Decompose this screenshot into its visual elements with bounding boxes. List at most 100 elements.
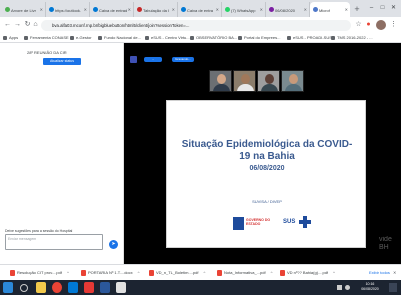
tab-label: (7) WhatsApp xyxy=(231,8,256,13)
bookmark-apps[interactable]: Apps xyxy=(3,35,18,40)
close-icon[interactable]: ✕ xyxy=(84,7,87,12)
notifications-icon[interactable] xyxy=(389,283,397,292)
download-label: Resolução CIT prov....pdf xyxy=(17,270,62,275)
download-label: Nota_Informativa_...pdf xyxy=(224,270,266,275)
bookmark-item[interactable]: OBSERVATÓRIO BA... xyxy=(190,35,237,40)
app-icon[interactable] xyxy=(116,282,126,293)
extension-icon[interactable]: ● xyxy=(364,20,373,30)
participant-video[interactable] xyxy=(233,70,256,92)
tab-7[interactable]: 06/08/2020 ✕ xyxy=(266,2,310,17)
chevron-up-icon[interactable]: ^ xyxy=(138,270,140,275)
avatar[interactable] xyxy=(376,20,386,30)
tab-2[interactable]: https://outlook. ✕ xyxy=(46,2,90,17)
close-icon[interactable]: ✕ xyxy=(128,7,131,12)
chevron-up-icon[interactable]: ^ xyxy=(67,270,69,275)
close-icon[interactable]: ✕ xyxy=(40,7,43,12)
bookmark-star-icon[interactable]: ☆ xyxy=(354,20,363,30)
chat-panel: 28º REUNIÃO DA CIR Atualizar status Deix… xyxy=(0,43,124,264)
tab-5[interactable]: Caixa de entra ✕ xyxy=(178,2,222,17)
bookmark-item[interactable]: TMS 2016-2022 - ... xyxy=(331,35,373,40)
tab-favicon-icon xyxy=(49,7,54,12)
tab-8[interactable]: Microf ✕ xyxy=(310,2,350,17)
users-icon[interactable] xyxy=(130,56,137,63)
tab-label: Caixa de entrad xyxy=(99,8,128,13)
acrobat-icon[interactable] xyxy=(84,282,94,293)
tab-label: Tabulação da I xyxy=(143,8,170,13)
tray-icon[interactable] xyxy=(337,285,342,290)
search-icon[interactable] xyxy=(20,284,28,292)
tab-label: https://outlook. xyxy=(55,8,82,13)
state-logo-text: GOVERNO DO ESTADO xyxy=(246,218,271,226)
address-bar[interactable]: bva.alfa03.mconf.rnp.br/bigbluebutton/ht… xyxy=(41,20,351,31)
edge-icon[interactable] xyxy=(68,282,78,293)
menu-icon[interactable]: ⋮ xyxy=(389,20,398,30)
close-icon[interactable]: ✕ xyxy=(304,7,307,12)
sus-logo-text: SUS xyxy=(283,219,296,225)
bookmark-item[interactable]: Portal do Emprees... xyxy=(238,35,280,40)
back-icon[interactable]: ← xyxy=(3,20,12,30)
participant-body xyxy=(261,84,278,91)
downloads-bar: Resolução CIT prov....pdf ^ PORTARIA Nº 1… xyxy=(0,264,401,280)
clock[interactable]: 10:16 06/08/2020 xyxy=(355,282,385,292)
home-icon[interactable]: ⌂ xyxy=(31,20,40,30)
download-label: VD nº?? Bahia(g)....pdf xyxy=(287,270,329,275)
presentation-slide: Situação Epidemiológica da COVID-19 na B… xyxy=(166,100,366,248)
bookmark-item[interactable]: eSUS - Centro Virtu... xyxy=(145,35,190,40)
forward-icon[interactable]: → xyxy=(13,20,22,30)
close-icon[interactable]: ✕ xyxy=(345,7,348,12)
file-explorer-icon[interactable] xyxy=(36,282,46,293)
close-icon[interactable]: ✕ xyxy=(393,268,396,278)
download-item[interactable]: VD nº?? Bahia(g)....pdf ^ xyxy=(280,268,335,278)
download-item[interactable]: Resolução CIT prov....pdf ^ xyxy=(10,268,69,278)
tab-favicon-icon xyxy=(93,7,98,12)
download-item[interactable]: VD_n_TL_Boletim....pdf ^ xyxy=(149,268,205,278)
meeting-title: 28º REUNIÃO DA CIR xyxy=(27,50,67,55)
bookmark-item[interactable]: Ferramenta CONASE xyxy=(24,35,69,40)
chevron-up-icon[interactable]: ^ xyxy=(333,270,335,275)
chrome-icon[interactable] xyxy=(52,282,62,293)
status-button[interactable]: Atualizar status xyxy=(43,58,81,65)
status-badge: ... xyxy=(144,57,162,62)
clock-date: 06/08/2020 xyxy=(361,287,379,291)
chevron-up-icon[interactable]: ^ xyxy=(203,270,205,275)
tab-4[interactable]: Tabulação da I ✕ xyxy=(134,2,178,17)
participant-video[interactable] xyxy=(209,70,232,92)
bookmark-item[interactable]: Fundo Nacional de... xyxy=(98,35,141,40)
volume-icon[interactable] xyxy=(345,285,350,290)
maximize-icon[interactable]: □ xyxy=(377,2,388,14)
participant-video[interactable] xyxy=(281,70,304,92)
close-window-icon[interactable]: ✕ xyxy=(388,2,399,14)
download-item[interactable]: Nota_Informativa_...pdf ^ xyxy=(217,268,272,278)
conference-panel: ... Gravando... Situação Epidemiológica … xyxy=(124,43,401,264)
participant-video[interactable] xyxy=(257,70,280,92)
tab-6[interactable]: (7) WhatsApp ✕ xyxy=(222,2,266,17)
tab-favicon-icon xyxy=(181,7,186,12)
new-tab-icon[interactable]: + xyxy=(352,4,362,14)
slide-date: 06/08/2020 xyxy=(249,165,285,172)
close-icon[interactable]: ✕ xyxy=(172,7,175,12)
tab-3[interactable]: Caixa de entrad ✕ xyxy=(90,2,134,17)
tab-favicon-icon xyxy=(225,7,230,12)
download-label: PORTARIA Nº 1.T....docx xyxy=(88,270,133,275)
send-icon[interactable]: ➤ xyxy=(109,240,118,249)
download-item[interactable]: PORTARIA Nº 1.T....docx ^ xyxy=(81,268,140,278)
close-icon[interactable]: ✕ xyxy=(216,7,219,12)
taskbar: 10:16 06/08/2020 xyxy=(0,280,401,295)
tab-favicon-icon xyxy=(5,7,10,12)
minimize-icon[interactable]: – xyxy=(366,2,377,14)
slide-subtitle: SUVISA / DIVEP xyxy=(252,199,282,204)
bookmark-item[interactable]: eSUS - PROADI-SUS xyxy=(287,35,332,40)
close-icon[interactable]: ✕ xyxy=(260,7,263,12)
browser-toolbar: ← → ↻ ⌂ bva.alfa03.mconf.rnp.br/bigblueb… xyxy=(0,17,401,42)
participant-head xyxy=(265,74,274,84)
show-all-link[interactable]: Exibir todos xyxy=(369,268,390,278)
message-label: Deixe sugestões para a sessão do Hospita… xyxy=(5,229,73,233)
tab-label: Arvore de Livr xyxy=(11,8,36,13)
message-input[interactable]: Enviar mensagem xyxy=(5,234,103,250)
bookmark-item[interactable]: e-Gestor xyxy=(70,35,92,40)
tab-1[interactable]: Arvore de Livr ✕ xyxy=(2,2,46,17)
word-icon[interactable] xyxy=(100,282,110,293)
chevron-up-icon[interactable]: ^ xyxy=(271,270,273,275)
start-icon[interactable] xyxy=(3,282,13,293)
bookmarks-bar: Apps Ferramenta CONASE e-Gestor Fundo Na… xyxy=(0,33,401,43)
